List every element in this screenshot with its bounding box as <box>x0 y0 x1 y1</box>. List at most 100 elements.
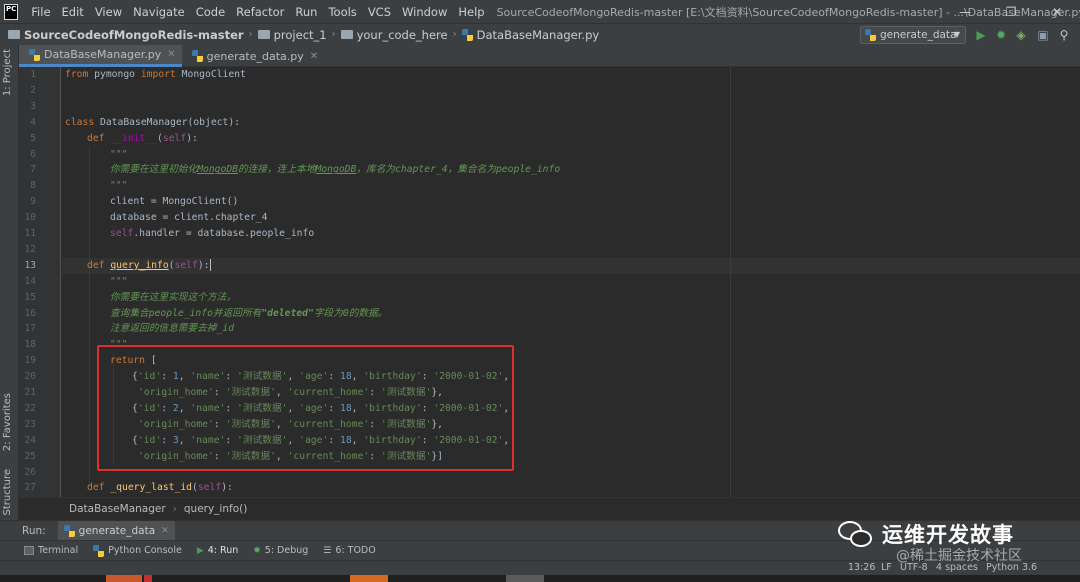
folder-icon <box>8 30 20 39</box>
tab-label: DataBaseManager.py <box>44 48 162 61</box>
line-number: 21 <box>24 387 36 398</box>
tab-generate-data[interactable]: generate_data.py ✕ <box>182 45 325 67</box>
line-separator[interactable]: LF <box>881 562 892 573</box>
line-number: 6 <box>30 148 36 160</box>
code-line-15: 你需要在这里实现这个方法， <box>110 291 236 303</box>
line-number: 23 <box>24 418 36 430</box>
line-number: 4 <box>30 116 36 128</box>
tool-terminal[interactable]: Terminal <box>24 545 78 556</box>
python-file-icon <box>29 48 40 61</box>
code-line-10: database = client.chapter_4 <box>110 212 268 224</box>
code-line-5: def __init__(self): <box>87 132 198 144</box>
breadcrumb-class[interactable]: DataBaseManager <box>69 503 166 515</box>
line-number: 16 <box>24 307 36 319</box>
tool-tab-favorites[interactable]: 2: Favorites <box>2 393 13 451</box>
line-number: 1 <box>30 69 36 80</box>
watermark-subtitle: @稀土掘金技术社区 <box>896 548 1022 564</box>
line-number: 25 <box>24 450 36 462</box>
taskbar-app[interactable] <box>350 575 388 582</box>
close-icon[interactable]: ✕ <box>167 49 175 60</box>
menu-vcs[interactable]: VCS <box>363 5 397 19</box>
taskbar-app[interactable] <box>144 575 152 582</box>
tool-python-console[interactable]: Python Console <box>93 544 182 557</box>
python-console-icon <box>93 544 105 557</box>
maximize-button[interactable]: ❐ <box>988 0 1034 23</box>
code-line-9: client = MongoClient() <box>110 196 239 208</box>
code-line-27: def _query_last_id(self): <box>87 482 233 494</box>
minimize-button[interactable]: — <box>942 0 988 23</box>
menu-file[interactable]: File <box>26 5 56 19</box>
taskbar-app[interactable] <box>106 575 142 582</box>
line-number-current: 13 <box>24 259 36 271</box>
close-icon[interactable]: ✕ <box>310 51 318 62</box>
line-number: 19 <box>24 355 36 367</box>
os-taskbar <box>0 575 1080 582</box>
folder-icon <box>340 30 353 39</box>
menu-code[interactable]: Code <box>191 5 231 19</box>
code-line-6: """ <box>110 148 128 160</box>
line-number: 7 <box>30 164 36 176</box>
line-number: 9 <box>30 196 36 208</box>
text-cursor <box>209 258 211 271</box>
tool-tab-project[interactable]: 1: Project <box>2 49 13 96</box>
title-bar: PC File Edit View Navigate Code Refactor… <box>0 0 1080 23</box>
run-panel-label: Run: <box>22 524 46 537</box>
breadcrumb-file[interactable]: DataBaseManager.py <box>461 28 599 42</box>
caret-position[interactable]: 13:26 <box>848 562 875 573</box>
line-number: 20 <box>24 371 36 383</box>
menu-refactor[interactable]: Refactor <box>231 5 290 19</box>
search-icon[interactable]: ⚲ <box>1057 28 1071 42</box>
editor-gutter: 1 2 3 4 5 6 7 8 9 10 11 12 13 14 15 16 1… <box>19 67 61 497</box>
menu-navigate[interactable]: Navigate <box>128 5 191 19</box>
window-controls: — ❐ ✕ <box>942 0 1080 23</box>
line-number: 11 <box>24 228 36 239</box>
close-button[interactable]: ✕ <box>1034 0 1080 23</box>
python-file-icon <box>461 28 473 41</box>
debug-icon: ✹ <box>253 545 261 556</box>
breadcrumb-project[interactable]: SourceCodeofMongoRedis-master › <box>8 28 258 42</box>
tool-debug[interactable]: ✹ 5: Debug <box>253 545 308 556</box>
taskbar-app[interactable] <box>506 575 544 582</box>
tool-todo[interactable]: ☰ 6: TODO <box>323 545 375 556</box>
close-icon[interactable]: ✕ <box>161 526 169 536</box>
code-line-1: from pymongo import MongoClient <box>65 69 246 80</box>
line-number: 3 <box>30 100 36 112</box>
breadcrumb-folder-your-code-here[interactable]: your_code_here › <box>340 28 462 42</box>
chevron-right-icon: › <box>172 503 177 515</box>
terminal-icon <box>24 546 34 555</box>
run-icon[interactable]: ▶ <box>974 28 988 42</box>
python-file-icon <box>63 524 75 537</box>
pycharm-logo-icon: PC <box>4 3 19 20</box>
breadcrumb-project-label: SourceCodeofMongoRedis-master <box>24 27 244 42</box>
tool-run[interactable]: ▶ 4: Run <box>197 545 238 556</box>
coverage-icon[interactable]: ◈ <box>1014 28 1028 42</box>
breadcrumb-folder-project-1[interactable]: project_1 › <box>257 28 341 42</box>
code-line-4: class DataBaseManager(object): <box>65 116 240 128</box>
breadcrumb-method[interactable]: query_info() <box>184 503 247 515</box>
code-line-16: 查询集合people_info并返回所有"deleted"字段为0的数据。 <box>110 307 388 319</box>
menu-window[interactable]: Window <box>397 5 453 19</box>
tool-label: 5: Debug <box>264 545 309 556</box>
navigation-bar: SourceCodeofMongoRedis-master › project_… <box>0 23 1080 45</box>
menu-run[interactable]: Run <box>290 5 323 19</box>
right-margin-guide <box>730 67 731 497</box>
code-line-7: 你需要在这里初始化MongoDB的连接，连上本地MongoDB，库名为chapt… <box>110 164 561 176</box>
debug-icon[interactable]: ✹ <box>994 28 1008 42</box>
menu-help[interactable]: Help <box>453 5 490 19</box>
line-number: 18 <box>24 339 36 351</box>
run-configuration-select[interactable]: generate_data ▼ <box>860 26 966 44</box>
code-line-17: 注意返回的信息需要去掉_id <box>110 323 235 335</box>
current-line-highlight <box>62 257 1080 274</box>
menu-edit[interactable]: Edit <box>57 5 90 19</box>
tool-label: Python Console <box>108 545 182 556</box>
menu-tools[interactable]: Tools <box>323 5 362 19</box>
code-line-8: """ <box>110 180 128 192</box>
left-tool-strip: 1: Project 2: Favorites Z: Structure <box>0 45 19 529</box>
chevron-right-icon: › <box>452 29 457 40</box>
tab-database-manager[interactable]: DataBaseManager.py ✕ <box>19 45 182 67</box>
run-tab-generate-data[interactable]: generate_data ✕ <box>57 520 175 541</box>
folder-icon <box>257 30 270 39</box>
line-number: 14 <box>24 275 36 287</box>
stop-icon[interactable]: ▣ <box>1036 28 1050 42</box>
menu-view[interactable]: View <box>90 5 128 19</box>
